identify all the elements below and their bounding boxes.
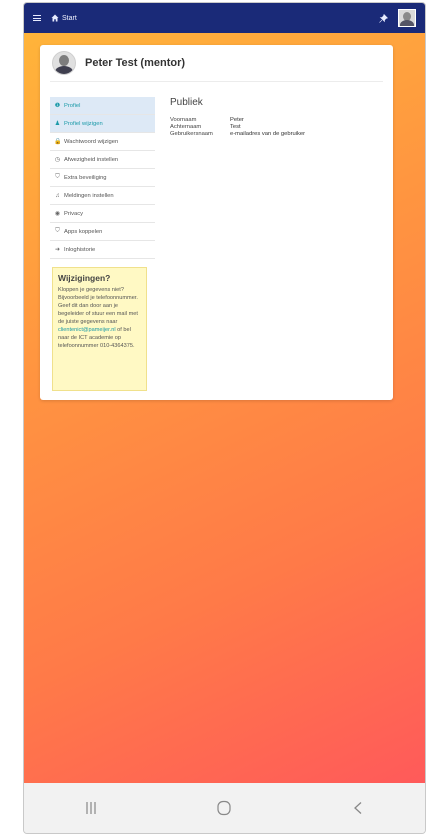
field-value: Peter [230, 117, 244, 123]
sidebar-item-afwezigheid-instellen[interactable]: ◷ Afwezigheid instellen [50, 151, 155, 169]
sidebar-item-label: Profiel [64, 102, 81, 109]
field-value: e-mailadres van de gebruiker [230, 131, 306, 137]
sidebar-item-wachtwoord-wijzigen[interactable]: 🔒 Wachtwoord wijzigen [50, 133, 155, 151]
eye-icon: ◉ [54, 211, 61, 217]
profile-avatar [52, 51, 76, 75]
sidebar-item-label: Afwezigheid instellen [64, 156, 119, 163]
pushpin-icon[interactable] [379, 13, 388, 23]
field-label: Gebruikersnaam [170, 131, 213, 137]
sidebar-item-label: Apps koppelen [64, 228, 103, 235]
field-row-voornaam: Voornaam Peter [170, 117, 380, 124]
sidebar-item-meldingen-instellen[interactable]: ♫ Meldingen instellen [50, 187, 155, 205]
phone-screen: Start Peter Test (mentor) ❶ Profiel ♟ Pr… [23, 2, 426, 834]
field-row-gebruikersnaam: Gebruikersnaam e-mailadres van de gebrui… [170, 131, 380, 138]
sidebar-item-privacy[interactable]: ◉ Privacy [50, 205, 155, 223]
home-icon[interactable] [51, 14, 59, 22]
field-label: Voornaam [170, 117, 197, 123]
info-circle-icon: ❶ [54, 103, 61, 109]
profile-name: Peter Test (mentor) [85, 57, 186, 69]
sidebar-item-label: Wachtwoord wijzigen [64, 138, 119, 145]
sidebar-item-label: Privacy [64, 210, 84, 217]
sidebar-item-apps-koppelen[interactable]: ⛉ Apps koppelen [50, 223, 155, 241]
notice-email-link[interactable]: clientenict@pameijer.nl [58, 327, 116, 333]
user-icon: ♟ [54, 121, 61, 127]
sidebar-item-inloghistorie[interactable]: ➜ Inloghistorie [50, 241, 155, 259]
profile-header: Peter Test (mentor) [50, 45, 383, 82]
back-icon[interactable] [338, 796, 378, 820]
top-navbar: Start [24, 3, 425, 33]
sidebar-item-label: Profiel wijzigen [64, 120, 103, 127]
sidebar-item-label: Inloghistorie [64, 246, 96, 253]
field-label: Achternaam [170, 124, 202, 130]
sidebar-item-profiel-wijzigen[interactable]: ♟ Profiel wijzigen [50, 115, 155, 133]
field-row-achternaam: Achternaam Test [170, 124, 380, 131]
profile-main: Publiek Voornaam Peter Achternaam Test G… [170, 97, 380, 138]
shield-icon: ⛉ [55, 174, 60, 180]
sidebar-item-label: Meldingen instellen [64, 192, 114, 199]
sidebar-item-profiel[interactable]: ❶ Profiel [50, 97, 155, 115]
notice-text: Kloppen je gegevens niet? Bijvoorbeeld j… [58, 287, 138, 325]
hamburger-menu-icon[interactable] [33, 15, 41, 21]
profile-card: Peter Test (mentor) ❶ Profiel ♟ Profiel … [40, 45, 393, 400]
profile-sidebar: ❶ Profiel ♟ Profiel wijzigen 🔒 Wachtwoor… [50, 97, 155, 259]
sidebar-item-label: Extra beveiliging [64, 174, 107, 181]
bell-icon: ♫ [55, 192, 60, 199]
android-navigation-bar [24, 783, 425, 833]
home-button-icon[interactable] [204, 796, 244, 820]
sign-in-icon: ➜ [54, 247, 61, 253]
clock-icon: ◷ [54, 157, 61, 163]
field-value: Test [230, 124, 241, 130]
user-avatar[interactable] [398, 9, 416, 27]
sidebar-item-extra-beveiliging[interactable]: ⛉ Extra beveiliging [50, 169, 155, 187]
lock-icon: 🔒 [54, 139, 62, 145]
shield-icon: ⛉ [55, 228, 60, 234]
page-background: Peter Test (mentor) ❶ Profiel ♟ Profiel … [24, 33, 425, 783]
notice-title: Wijzigingen? [58, 273, 111, 283]
recent-apps-icon[interactable] [71, 796, 111, 820]
changes-notice: Wijzigingen? Kloppen je gegevens niet? B… [52, 267, 147, 391]
section-title: Publiek [170, 97, 203, 108]
start-link[interactable]: Start [62, 15, 77, 22]
